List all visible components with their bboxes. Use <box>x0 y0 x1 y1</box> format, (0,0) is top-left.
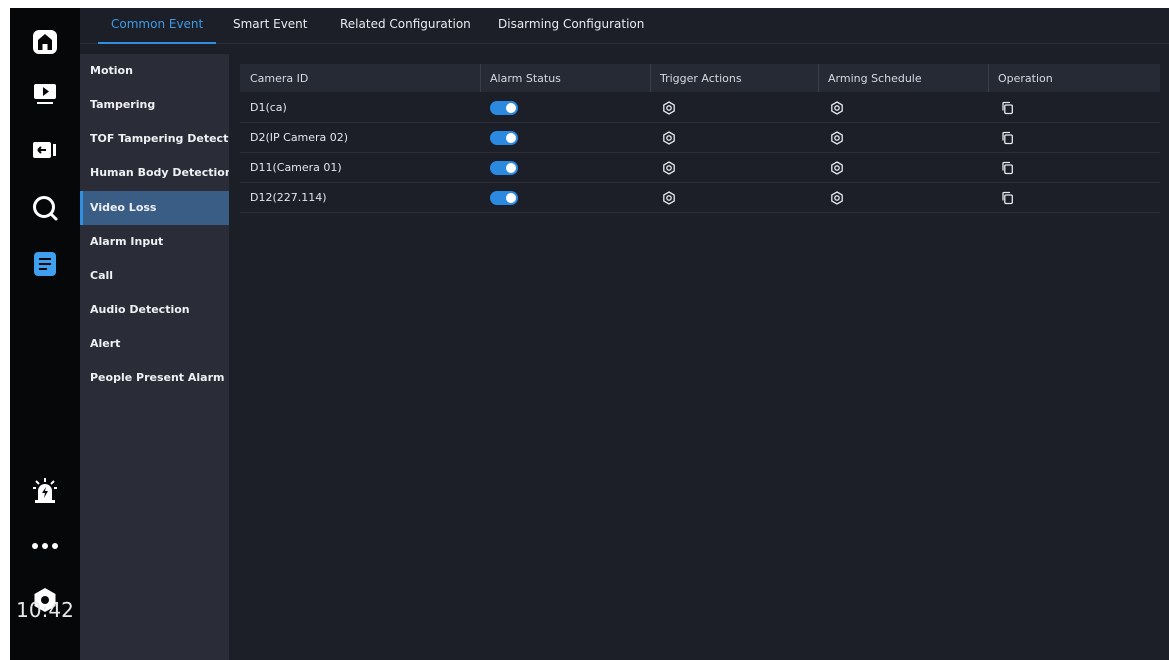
copy-button[interactable] <box>999 160 1015 176</box>
menu-item-label: Audio Detection <box>90 303 190 316</box>
backup-icon <box>33 142 56 158</box>
gear-icon <box>663 100 675 115</box>
home-button[interactable] <box>29 26 61 58</box>
header-camera-id: Camera ID <box>250 71 309 85</box>
copy-button[interactable] <box>999 100 1015 116</box>
more-button[interactable] <box>29 530 61 562</box>
menu-item-motion[interactable]: Motion <box>80 54 229 88</box>
header-operation: Operation <box>998 71 1053 85</box>
playback-icon <box>34 84 56 104</box>
gear-icon <box>663 190 675 205</box>
alarm-status-toggle[interactable] <box>490 130 518 145</box>
menu-item-label: Tampering <box>90 98 156 111</box>
alarm-status-toggle[interactable] <box>490 160 518 175</box>
gear-icon <box>831 160 843 175</box>
table-row: D11(Camera 01) <box>240 153 1160 183</box>
table-header: Camera ID Alarm Status Trigger Actions A… <box>240 64 1160 92</box>
more-icon <box>32 543 58 549</box>
alarm-status-toggle[interactable] <box>490 100 518 115</box>
table-row: D1(ca) <box>240 93 1160 123</box>
alarm-icon <box>33 478 57 503</box>
home-icon <box>33 30 57 54</box>
playback-button[interactable] <box>29 78 61 110</box>
tab-label: Smart Event <box>233 17 308 31</box>
arming-schedule-button[interactable] <box>829 130 845 146</box>
backup-button[interactable] <box>29 134 61 166</box>
trigger-actions-button[interactable] <box>661 190 677 206</box>
menu-item-call[interactable]: Call <box>80 259 229 293</box>
alarm-button[interactable] <box>29 474 61 506</box>
camera-id: D2(IP Camera 02) <box>250 131 349 144</box>
menu-item-human-body-detection[interactable]: Human Body Detection <box>80 156 229 190</box>
gear-icon <box>831 100 843 115</box>
copy-icon <box>1002 131 1013 144</box>
column-divider <box>818 64 819 92</box>
tab-common-event[interactable]: Common Event <box>98 8 217 44</box>
menu-item-label: Call <box>90 269 114 282</box>
tab-label: Disarming Configuration <box>498 17 645 31</box>
tab-smart-event[interactable]: Smart Event <box>233 8 308 44</box>
arming-schedule-button[interactable] <box>829 190 845 206</box>
top-tab-bar: Common Event Smart Event Related Configu… <box>80 8 1169 44</box>
trigger-actions-button[interactable] <box>661 100 677 116</box>
header-trigger-actions: Trigger Actions <box>660 71 742 85</box>
column-divider <box>480 64 481 92</box>
gear-icon <box>663 160 675 175</box>
menu-item-label: Motion <box>90 64 133 77</box>
copy-icon <box>1002 101 1013 114</box>
tab-related-configuration[interactable]: Related Configuration <box>340 8 471 44</box>
menu-item-alert[interactable]: Alert <box>80 327 229 361</box>
header-arming-schedule: Arming Schedule <box>828 71 922 85</box>
column-divider <box>988 64 989 92</box>
active-tab-indicator <box>98 42 217 44</box>
menu-item-label: TOF Tampering Detect.. <box>90 132 229 145</box>
menu-item-alarm-input[interactable]: Alarm Input <box>80 225 229 259</box>
alarm-status-toggle[interactable] <box>490 190 518 205</box>
clock: 10:42 <box>16 598 74 622</box>
gear-icon <box>663 130 675 145</box>
copy-icon <box>1002 191 1013 204</box>
arming-schedule-button[interactable] <box>829 160 845 176</box>
camera-id: D12(227.114) <box>250 191 327 204</box>
search-button[interactable] <box>29 192 61 224</box>
trigger-actions-button[interactable] <box>661 160 677 176</box>
copy-button[interactable] <box>999 130 1015 146</box>
gear-icon <box>831 130 843 145</box>
search-icon <box>33 196 58 221</box>
header-alarm-status: Alarm Status <box>490 71 561 85</box>
column-divider <box>650 64 651 92</box>
menu-item-label: People Present Alarm <box>90 371 225 384</box>
copy-button[interactable] <box>999 190 1015 206</box>
menu-item-video-loss[interactable]: Video Loss <box>80 191 229 225</box>
settings-menu-button[interactable] <box>29 248 61 280</box>
menu-item-label: Video Loss <box>90 201 157 214</box>
menu-item-label: Human Body Detection <box>90 166 229 179</box>
table-row: D2(IP Camera 02) <box>240 123 1160 153</box>
event-type-menu: Motion Tampering TOF Tampering Detect.. … <box>80 54 229 660</box>
camera-id: D1(ca) <box>250 101 287 114</box>
menu-item-people-present-alarm[interactable]: People Present Alarm <box>80 361 229 395</box>
table-row: D12(227.114) <box>240 183 1160 213</box>
settings-menu-icon <box>34 252 56 276</box>
tab-label: Related Configuration <box>340 17 471 31</box>
menu-item-label: Alarm Input <box>90 235 164 248</box>
copy-icon <box>1002 161 1013 174</box>
icon-rail: 10:42 <box>10 8 80 660</box>
trigger-actions-button[interactable] <box>661 130 677 146</box>
app-window: 10:42 Common Event Smart Event Related C… <box>10 8 1169 660</box>
menu-item-tampering[interactable]: Tampering <box>80 88 229 122</box>
menu-item-tof-tampering[interactable]: TOF Tampering Detect.. <box>80 122 229 156</box>
menu-item-audio-detection[interactable]: Audio Detection <box>80 293 229 327</box>
tab-disarming-configuration[interactable]: Disarming Configuration <box>498 8 644 44</box>
gear-icon <box>831 190 843 205</box>
tab-label: Common Event <box>111 17 204 31</box>
menu-item-label: Alert <box>90 337 121 350</box>
arming-schedule-button[interactable] <box>829 100 845 116</box>
camera-id: D11(Camera 01) <box>250 161 342 174</box>
